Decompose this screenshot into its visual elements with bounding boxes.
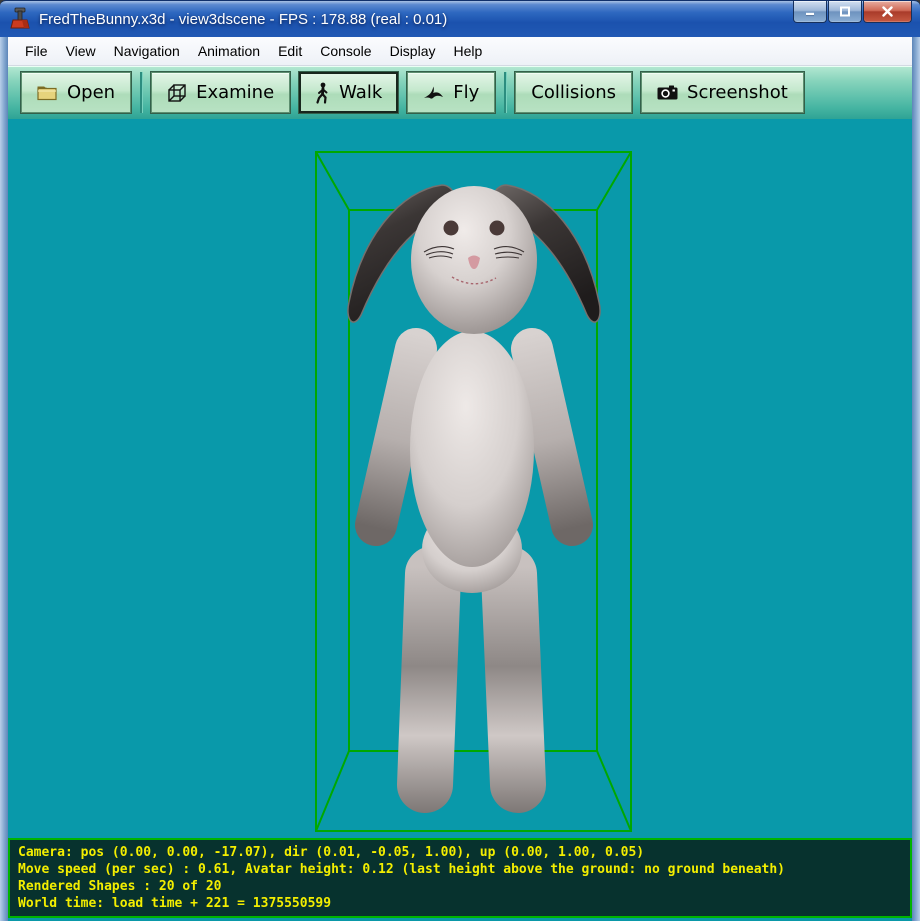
app-icon — [9, 7, 31, 31]
menu-file[interactable]: File — [16, 40, 57, 62]
window-title: FredTheBunny.x3d - view3dscene - FPS : 1… — [39, 11, 447, 28]
status-camera: Camera: pos (0.00, 0.00, -17.07), dir (0… — [18, 844, 902, 861]
examine-button[interactable]: Examine — [151, 72, 290, 113]
menu-display[interactable]: Display — [381, 40, 445, 62]
status-move-speed: Move speed (per sec) : 0.61, Avatar heig… — [18, 861, 902, 878]
bird-icon — [423, 85, 444, 101]
minimize-button[interactable] — [793, 1, 827, 23]
app-window: FredTheBunny.x3d - view3dscene - FPS : 1… — [0, 0, 920, 921]
collisions-button-label: Collisions — [531, 82, 616, 103]
statusbar: Camera: pos (0.00, 0.00, -17.07), dir (0… — [8, 838, 912, 918]
window-frame-right — [912, 37, 920, 921]
bunny-torso — [410, 331, 534, 567]
open-button-label: Open — [67, 82, 115, 103]
menu-animation[interactable]: Animation — [189, 40, 269, 62]
camera-icon — [657, 85, 678, 100]
screenshot-button-label: Screenshot — [687, 82, 788, 103]
menu-edit[interactable]: Edit — [269, 40, 311, 62]
screenshot-button[interactable]: Screenshot — [641, 72, 804, 113]
scene-svg — [8, 119, 912, 838]
maximize-button[interactable] — [828, 1, 862, 23]
bunny-leg-right — [509, 574, 518, 785]
bunny-leg-left — [425, 574, 433, 785]
cube-icon — [167, 83, 187, 103]
menu-help[interactable]: Help — [444, 40, 491, 62]
walk-button-label: Walk — [339, 82, 382, 103]
menubar: File View Navigation Animation Edit Cons… — [8, 37, 912, 66]
toolbar-separator — [140, 72, 143, 113]
bunny-eye-left — [444, 221, 459, 236]
toolbar: Open Examine — [8, 66, 912, 119]
titlebar[interactable]: FredTheBunny.x3d - view3dscene - FPS : 1… — [0, 0, 920, 37]
viewport-3d[interactable] — [8, 119, 912, 838]
close-button[interactable] — [863, 1, 912, 23]
menu-view[interactable]: View — [57, 40, 105, 62]
bunny-eye-right — [490, 221, 505, 236]
open-button[interactable]: Open — [21, 72, 131, 113]
collisions-button[interactable]: Collisions — [515, 72, 632, 113]
folder-icon — [37, 84, 58, 101]
status-world-time: World time: load time + 221 = 1375550599 — [18, 895, 902, 912]
walk-button[interactable]: Walk — [299, 72, 398, 113]
menu-console[interactable]: Console — [311, 40, 380, 62]
examine-button-label: Examine — [196, 82, 274, 103]
fly-button-label: Fly — [453, 82, 479, 103]
bunny-model — [348, 185, 600, 785]
menu-navigation[interactable]: Navigation — [105, 40, 189, 62]
walking-person-icon — [315, 82, 330, 104]
bunny-arm-left — [376, 349, 416, 525]
fly-button[interactable]: Fly — [407, 72, 495, 113]
window-controls — [792, 1, 912, 23]
bunny-arm-right — [532, 349, 572, 525]
window-frame-left — [0, 37, 8, 921]
toolbar-separator — [504, 72, 507, 113]
status-rendered-shapes: Rendered Shapes : 20 of 20 — [18, 878, 902, 895]
